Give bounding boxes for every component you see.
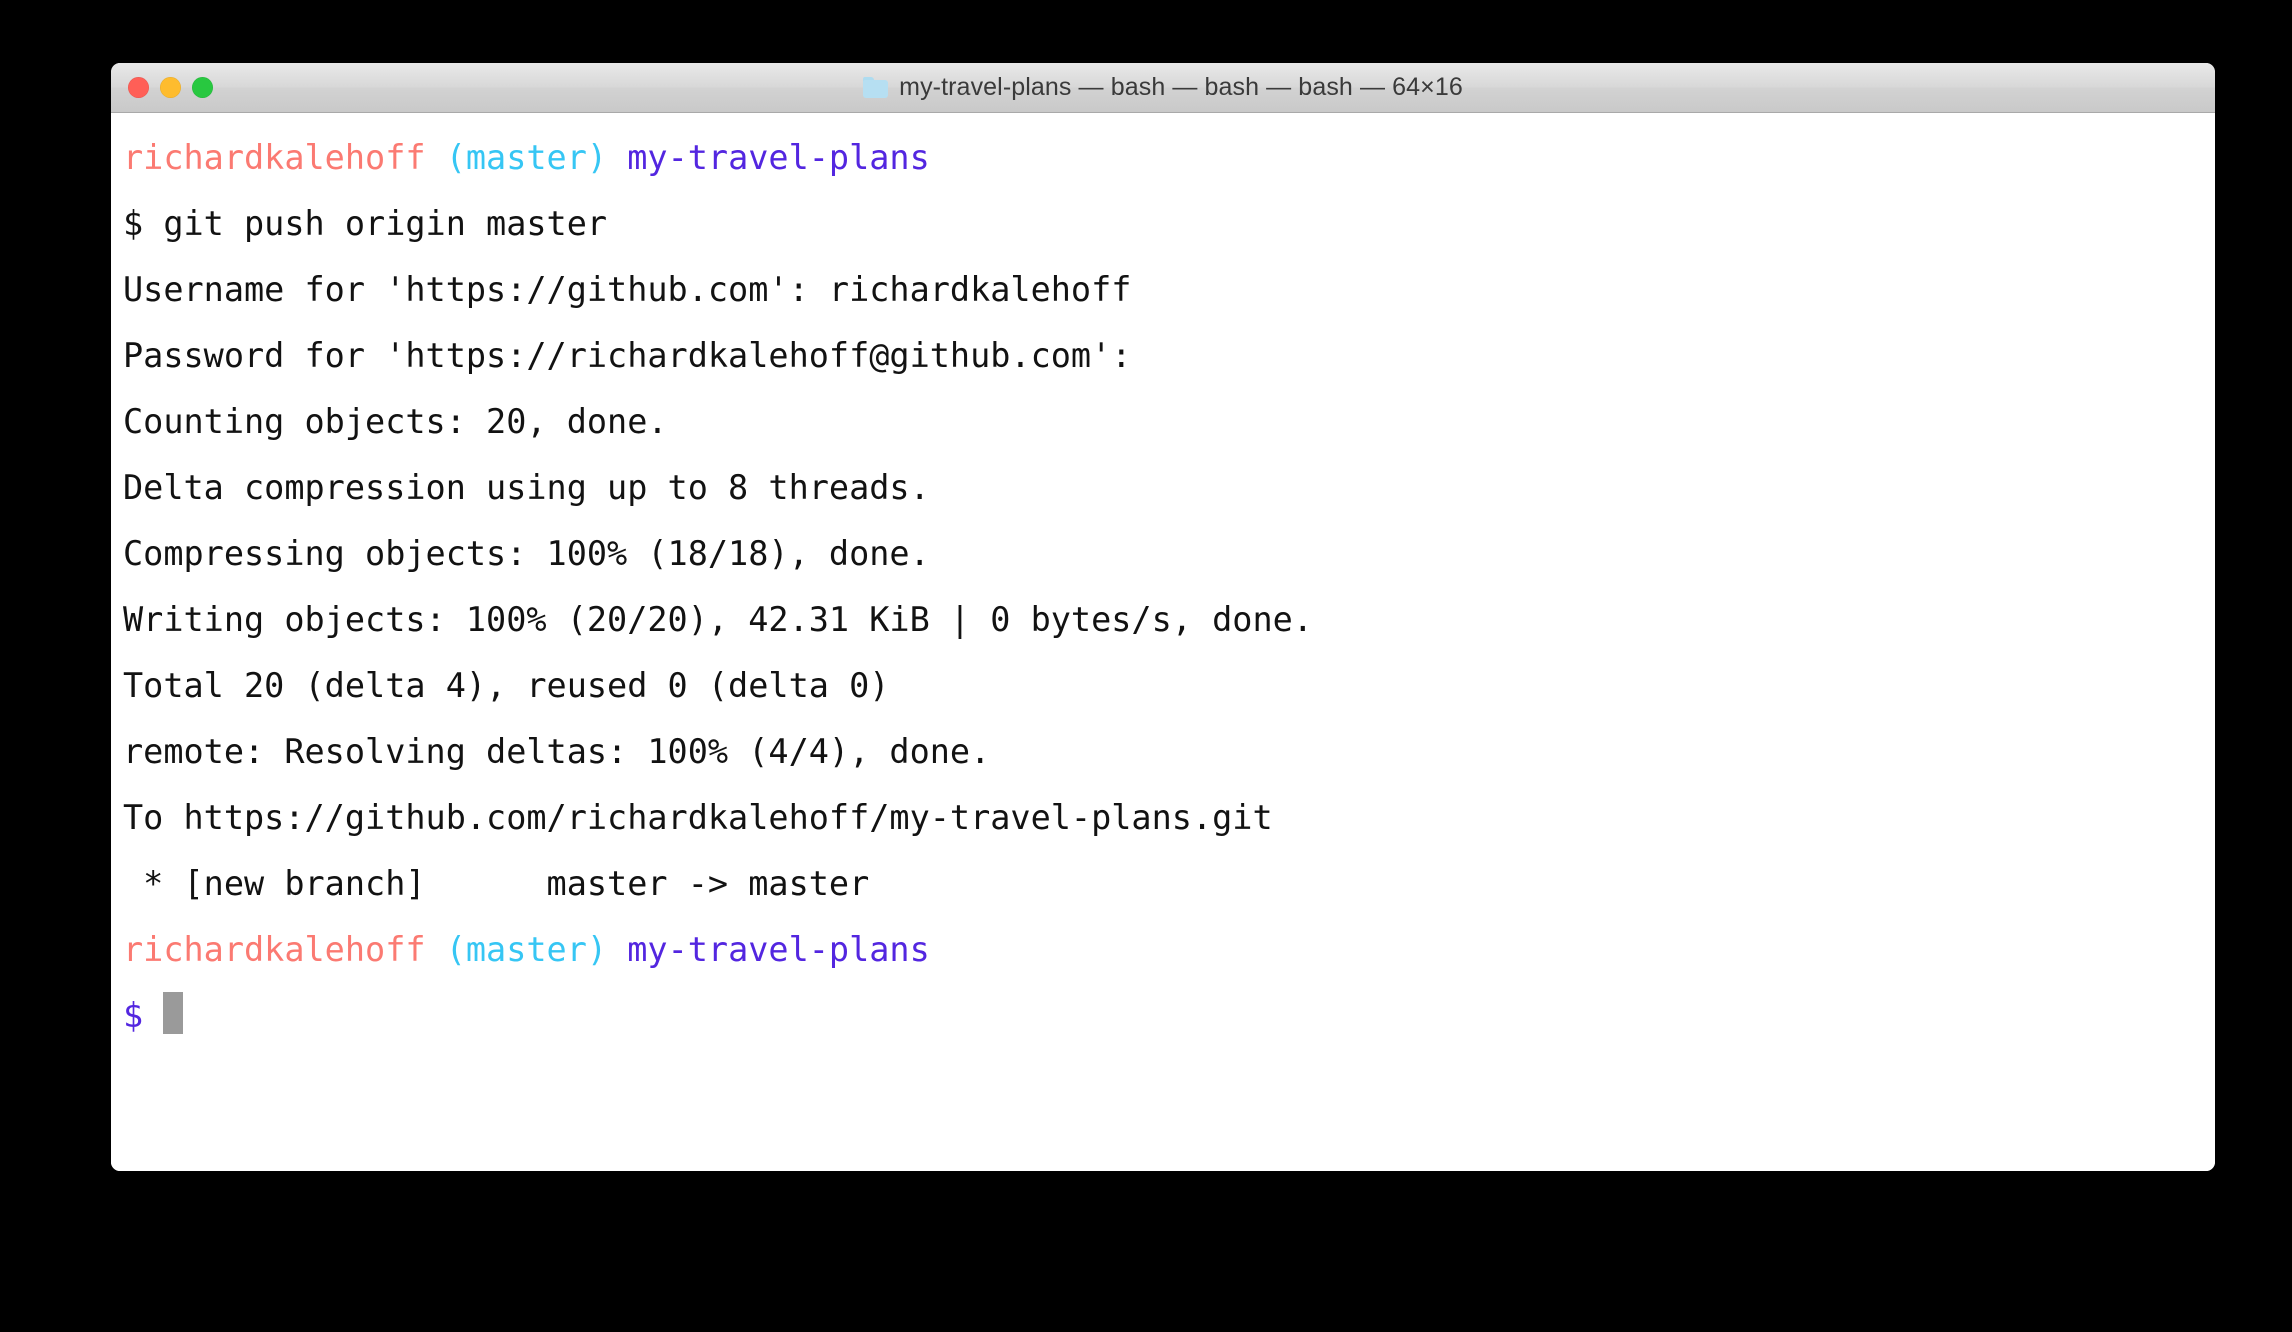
- terminal-text-default: Compressing objects: 100% (18/18), done.: [123, 534, 930, 573]
- terminal-text-branch: (master): [445, 930, 608, 969]
- terminal-text-default: Counting objects: 20, done.: [123, 402, 668, 441]
- terminal-text-default: $ git push origin master: [123, 204, 608, 243]
- terminal-window: my-travel-plans — bash — bash — bash — 6…: [111, 63, 2215, 1171]
- terminal-text-default: Delta compression using up to 8 threads.: [123, 468, 930, 507]
- terminal-text-default: [426, 930, 446, 969]
- terminal-line-prompt: richardkalehoff (master) my-travel-plans: [123, 125, 2215, 191]
- minimize-button-icon[interactable]: [160, 77, 181, 98]
- terminal-output: richardkalehoff (master) my-travel-plans…: [111, 125, 2215, 1049]
- terminal-line-command: $ git push origin master: [123, 191, 2215, 257]
- window-titlebar[interactable]: my-travel-plans — bash — bash — bash — 6…: [111, 63, 2215, 113]
- close-button-icon[interactable]: [128, 77, 149, 98]
- terminal-line-output: Writing objects: 100% (20/20), 42.31 KiB…: [123, 587, 2215, 653]
- terminal-text-default: Username for 'https://github.com': richa…: [123, 270, 1132, 309]
- terminal-text-path: my-travel-plans: [627, 930, 930, 969]
- screen: my-travel-plans — bash — bash — bash — 6…: [0, 0, 2292, 1332]
- terminal-text-default: [607, 930, 627, 969]
- terminal-text-default: [426, 138, 446, 177]
- terminal-line-output: Username for 'https://github.com': richa…: [123, 257, 2215, 323]
- terminal-text-default: [607, 138, 627, 177]
- terminal-text-default: Password for 'https://richardkalehoff@gi…: [123, 336, 1132, 375]
- terminal-text-user: richardkalehoff: [123, 930, 426, 969]
- folder-icon: [863, 77, 889, 98]
- window-title-group: my-travel-plans — bash — bash — bash — 6…: [111, 63, 2215, 112]
- terminal-text-path: my-travel-plans: [627, 138, 930, 177]
- terminal-line-input: $: [123, 983, 2215, 1049]
- terminal-text-default: * [new branch] master -> master: [123, 864, 870, 903]
- terminal-line-output: Total 20 (delta 4), reused 0 (delta 0): [123, 653, 2215, 719]
- terminal-line-output: Password for 'https://richardkalehoff@gi…: [123, 323, 2215, 389]
- terminal-text-default: Writing objects: 100% (20/20), 42.31 KiB…: [123, 600, 1313, 639]
- terminal-line-prompt: richardkalehoff (master) my-travel-plans: [123, 917, 2215, 983]
- terminal-body[interactable]: richardkalehoff (master) my-travel-plans…: [111, 113, 2215, 1171]
- terminal-line-output: Compressing objects: 100% (18/18), done.: [123, 521, 2215, 587]
- window-title: my-travel-plans — bash — bash — bash — 6…: [899, 73, 1463, 101]
- terminal-line-output: remote: Resolving deltas: 100% (4/4), do…: [123, 719, 2215, 785]
- terminal-line-output: To https://github.com/richardkalehoff/my…: [123, 785, 2215, 851]
- terminal-line-output: Counting objects: 20, done.: [123, 389, 2215, 455]
- zoom-button-icon[interactable]: [192, 77, 213, 98]
- terminal-line-output: Delta compression using up to 8 threads.: [123, 455, 2215, 521]
- terminal-line-output: * [new branch] master -> master: [123, 851, 2215, 917]
- terminal-text-dollar: $: [123, 996, 164, 1035]
- terminal-cursor: [163, 992, 184, 1034]
- terminal-text-default: remote: Resolving deltas: 100% (4/4), do…: [123, 732, 991, 771]
- terminal-text-user: richardkalehoff: [123, 138, 426, 177]
- terminal-text-branch: (master): [445, 138, 608, 177]
- window-controls: [128, 63, 213, 112]
- terminal-text-default: Total 20 (delta 4), reused 0 (delta 0): [123, 666, 890, 705]
- terminal-text-default: To https://github.com/richardkalehoff/my…: [123, 798, 1273, 837]
